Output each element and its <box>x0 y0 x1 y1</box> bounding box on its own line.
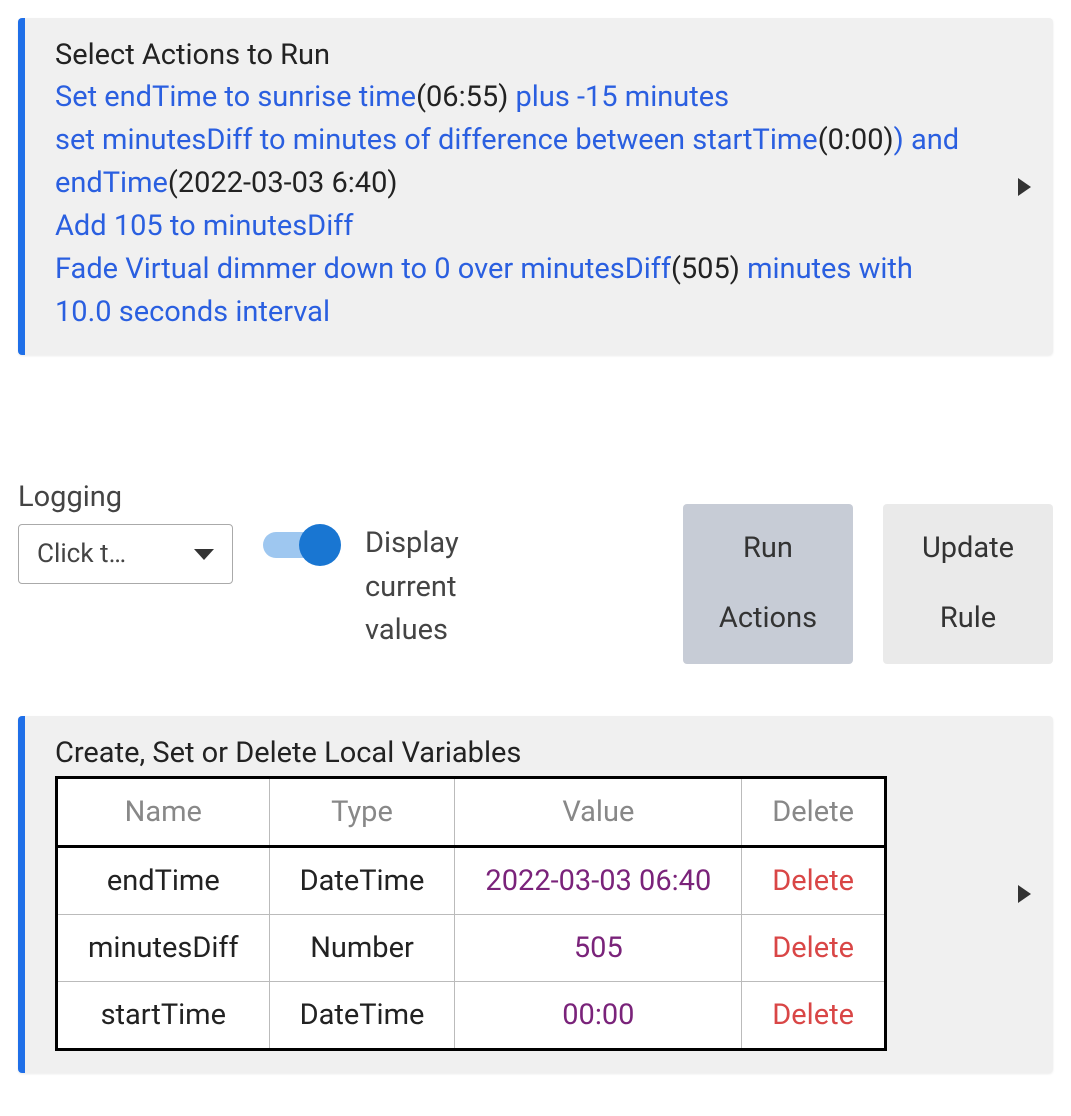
col-name: Name <box>57 777 270 846</box>
action-text: (2022-03-03 6:40) <box>168 166 398 200</box>
col-value: Value <box>455 777 742 846</box>
var-value[interactable]: 2022-03-03 06:40 <box>455 846 742 914</box>
table-row: minutesDiff Number 505 Delete <box>57 914 886 981</box>
expand-right-icon[interactable] <box>1018 885 1031 903</box>
table-row: endTime DateTime 2022-03-03 06:40 Delete <box>57 846 886 914</box>
action-text: (06:55) <box>416 80 508 114</box>
logging-label: Logging <box>18 480 233 514</box>
action-text: (0:00) <box>818 123 894 157</box>
var-name[interactable]: startTime <box>57 981 270 1049</box>
action-text[interactable]: Set endTime to sunrise time <box>55 80 416 114</box>
action-text[interactable]: set minutesDiff to minutes of difference… <box>55 123 818 157</box>
var-name[interactable]: minutesDiff <box>57 914 270 981</box>
action-text: ) <box>894 123 904 157</box>
var-type: DateTime <box>269 981 455 1049</box>
controls-row: Logging Click t… Display current values … <box>18 480 1053 663</box>
variables-table: Name Type Value Delete endTime DateTime … <box>55 776 887 1051</box>
action-text[interactable]: Fade Virtual dimmer down to 0 over minut… <box>55 252 671 286</box>
update-rule-button[interactable]: Update Rule <box>883 504 1053 663</box>
display-values-toggle-block: Display current values <box>263 522 535 653</box>
table-header-row: Name Type Value Delete <box>57 777 886 846</box>
delete-button[interactable]: Delete <box>742 914 886 981</box>
logging-dropdown-text: Click t… <box>37 539 126 569</box>
var-type: DateTime <box>269 846 455 914</box>
col-type: Type <box>269 777 455 846</box>
table-row: startTime DateTime 00:00 Delete <box>57 981 886 1049</box>
var-name[interactable]: endTime <box>57 846 270 914</box>
var-value[interactable]: 505 <box>455 914 742 981</box>
var-value[interactable]: 00:00 <box>455 981 742 1049</box>
actions-panel-title: Select Actions to Run <box>55 38 1023 72</box>
run-actions-button[interactable]: Run Actions <box>683 504 853 663</box>
delete-button[interactable]: Delete <box>742 846 886 914</box>
actions-body: Set endTime to sunrise time(06:55) plus … <box>55 76 1023 333</box>
variables-panel: Create, Set or Delete Local Variables Na… <box>18 716 1053 1073</box>
display-values-label: Display current values <box>365 522 535 653</box>
delete-button[interactable]: Delete <box>742 981 886 1049</box>
logging-block: Logging Click t… <box>18 480 233 584</box>
var-type: Number <box>269 914 455 981</box>
chevron-down-icon <box>194 549 214 560</box>
expand-right-icon[interactable] <box>1018 178 1031 196</box>
display-values-toggle[interactable] <box>263 532 337 558</box>
action-text[interactable]: plus -15 minutes <box>508 80 729 114</box>
action-text[interactable]: Add 105 to minutesDiff <box>55 209 353 243</box>
actions-panel: Select Actions to Run Set endTime to sun… <box>18 18 1053 355</box>
action-text: (505) <box>671 252 740 286</box>
logging-dropdown[interactable]: Click t… <box>18 524 233 584</box>
variables-panel-title: Create, Set or Delete Local Variables <box>55 736 1023 770</box>
toggle-knob <box>299 524 341 566</box>
col-delete: Delete <box>742 777 886 846</box>
